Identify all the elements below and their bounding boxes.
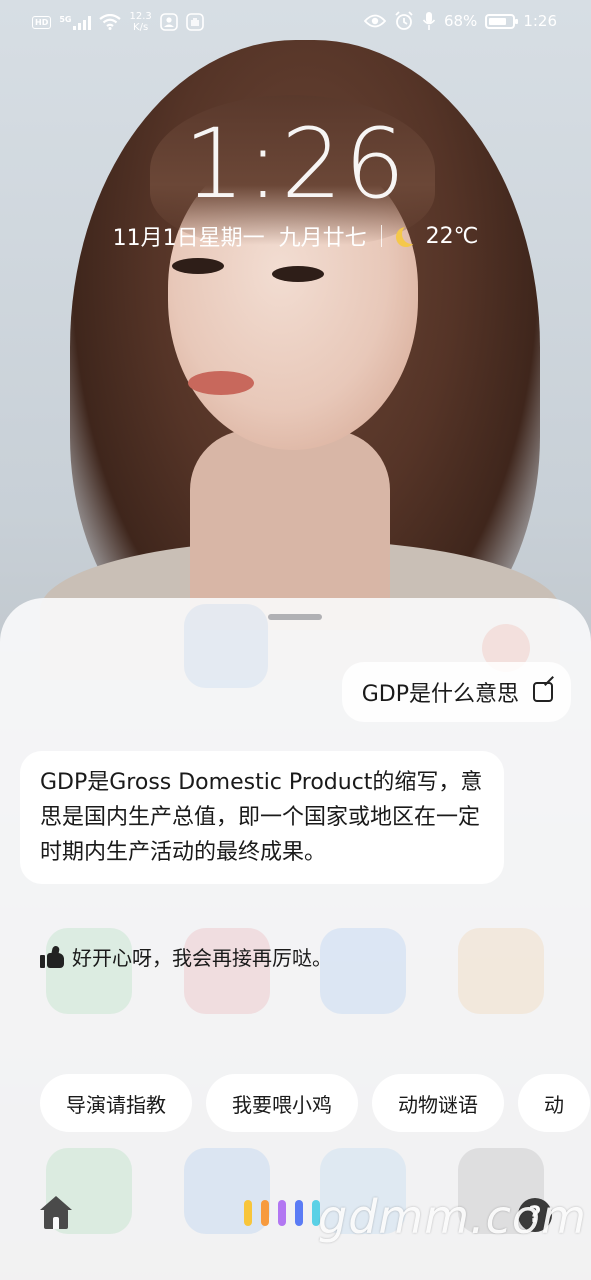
status-bar: HD 5G 12.3 K/s 68% 1:26: [0, 0, 591, 44]
lunar-date: 九月廿七: [278, 226, 367, 251]
edit-icon[interactable]: [533, 682, 553, 702]
lock-screen-clock: 1:26: [183, 108, 408, 220]
suggestion-chips: 导演请指教 我要喂小鸡 动物谜语 动: [40, 1074, 590, 1132]
profile-notification-icon: [159, 13, 178, 31]
feedback-text: 好开心呀，我会再接再厉哒。: [72, 946, 332, 970]
panel-drag-handle[interactable]: [268, 614, 322, 620]
voice-assistant-panel: GDP是什么意思 GDP是Gross Domestic Product的缩写，意…: [0, 598, 591, 1280]
background-app-icon: [320, 928, 406, 1014]
background-app-icon: [46, 928, 132, 1014]
voice-bar: [244, 1200, 252, 1226]
weather: 22℃: [396, 224, 479, 249]
hd-icon: HD: [32, 15, 52, 29]
suggestion-chip[interactable]: 导演请指教: [40, 1074, 192, 1132]
voice-bar: [261, 1200, 269, 1226]
feedback-row: 好开心呀，我会再接再厉哒。: [40, 942, 332, 971]
moon-icon: [402, 224, 422, 244]
voice-input-indicator[interactable]: [244, 1200, 320, 1226]
date-divider: [380, 225, 382, 247]
network-speed: 12.3 K/s: [129, 11, 152, 33]
date-text: 11月1日星期一: [112, 226, 265, 251]
voice-bar: [295, 1200, 303, 1226]
status-time: 1:26: [523, 12, 557, 30]
temperature: 22℃: [425, 223, 479, 249]
background-app-icon: [184, 604, 268, 688]
thumbs-up-icon[interactable]: [40, 944, 64, 968]
hand-notification-icon: [185, 13, 204, 31]
wallpaper-eye-left: [172, 258, 224, 274]
suggestion-chip[interactable]: 动物谜语: [372, 1074, 504, 1132]
microphone-icon: [422, 12, 436, 30]
signal-icon: 5G: [59, 14, 92, 30]
answer-bubble: GDP是Gross Domestic Product的缩写，意思是国内生产总值，…: [20, 751, 504, 884]
battery-icon: [485, 13, 519, 29]
wallpaper-eye-right: [272, 266, 324, 282]
battery-percent: 68%: [443, 12, 478, 30]
background-app-icon: [184, 928, 270, 1014]
eye-comfort-icon: [363, 14, 386, 28]
suggestion-chip[interactable]: 我要喂小鸡: [206, 1074, 358, 1132]
home-icon[interactable]: [38, 1196, 74, 1230]
user-query-text: GDP是什么意思: [361, 682, 519, 707]
watermark: gdmm.com: [318, 1190, 587, 1244]
wifi-icon: [99, 14, 122, 30]
network-type: 5G: [59, 14, 72, 24]
suggestion-chip[interactable]: 动: [518, 1074, 590, 1132]
voice-bar: [278, 1200, 286, 1226]
user-query-bubble[interactable]: GDP是什么意思: [341, 662, 571, 722]
wallpaper-lips: [188, 371, 254, 395]
background-app-icon: [458, 928, 544, 1014]
date-weather-line: 11月1日星期一 九月廿七 22℃: [0, 220, 591, 252]
alarm-icon: [395, 11, 413, 30]
